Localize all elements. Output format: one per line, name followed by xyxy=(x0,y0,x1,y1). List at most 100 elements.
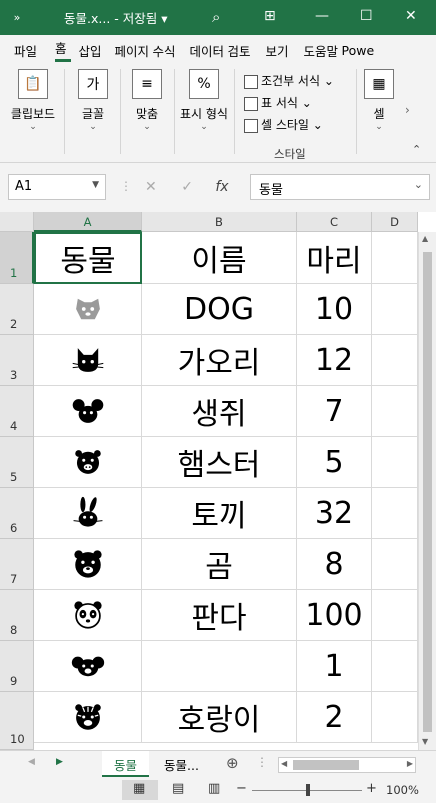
cells-group[interactable]: ▦ 셀 ⌄ xyxy=(362,69,396,132)
align-group[interactable]: ≡ 맞춤 ⌄ xyxy=(126,69,168,132)
cond-format-button[interactable]: 조건부 서식 ⌄ xyxy=(244,70,334,92)
cell-c9[interactable]: 1 xyxy=(297,641,372,692)
row-header-5[interactable]: 5 xyxy=(0,437,34,488)
tab-data[interactable]: 데이터 xyxy=(190,41,228,60)
row-header-9[interactable]: 9 xyxy=(0,641,34,692)
cell-b4[interactable]: 생쥐 xyxy=(142,386,297,437)
cell-b5[interactable]: 햄스터 xyxy=(142,437,297,488)
tab-power[interactable]: Powe xyxy=(342,43,378,58)
page-break-icon[interactable]: ▥ xyxy=(208,781,220,796)
sheet-tab-2[interactable]: 동물... xyxy=(152,751,211,777)
column-header-b[interactable]: B xyxy=(142,212,297,232)
ribbon-display-icon[interactable]: ⊞ xyxy=(264,8,276,24)
cell-c2[interactable]: 10 xyxy=(297,284,372,335)
tab-help[interactable]: 도움말 xyxy=(304,41,342,60)
search-icon[interactable]: ⌕ xyxy=(212,8,220,26)
next-sheet-icon[interactable]: ▶ xyxy=(56,757,63,767)
sheet-tab-1[interactable]: 동물 xyxy=(102,751,150,777)
cell-b2[interactable]: DOG xyxy=(142,284,297,335)
cell-c8[interactable]: 100 xyxy=(297,590,372,641)
clipboard-group[interactable]: 📋 클립보드 ⌄ xyxy=(8,69,58,132)
zoom-out-icon[interactable]: − xyxy=(236,781,247,796)
maximize-button[interactable]: ☐ xyxy=(360,8,373,24)
scroll-down-icon[interactable]: ▼ xyxy=(422,737,428,746)
cell-a1[interactable]: 동물 xyxy=(34,232,142,284)
font-group[interactable]: 가 글꼴 ⌄ xyxy=(72,69,114,132)
cell-d10[interactable] xyxy=(372,692,418,743)
insert-function-button[interactable]: fx xyxy=(215,179,228,195)
row-header-2[interactable]: 2 xyxy=(0,284,34,335)
page-layout-icon[interactable]: ▤ xyxy=(172,781,184,796)
collapse-ribbon-icon[interactable]: ⌃ xyxy=(412,143,421,156)
cancel-icon[interactable]: ✕ xyxy=(145,179,157,195)
row-header-6[interactable]: 6 xyxy=(0,488,34,539)
cell-a5[interactable] xyxy=(34,437,142,488)
tab-home[interactable]: 홈 xyxy=(55,38,71,62)
vertical-scrollbar[interactable]: ▲ ▼ xyxy=(418,232,436,750)
cell-d8[interactable] xyxy=(372,590,418,641)
column-header-d[interactable]: D xyxy=(372,212,418,232)
name-box[interactable]: A1 ▼ xyxy=(8,174,106,200)
cell-c1[interactable]: 마리 xyxy=(297,232,372,284)
cell-style-button[interactable]: 셀 스타일 ⌄ xyxy=(244,114,334,136)
tab-view[interactable]: 보기 xyxy=(266,41,304,60)
cell-a10[interactable] xyxy=(34,692,142,743)
quick-access-chevron-icon[interactable]: » xyxy=(0,11,34,24)
row-header-8[interactable]: 8 xyxy=(0,590,34,641)
cell-c4[interactable]: 7 xyxy=(297,386,372,437)
zoom-slider-thumb[interactable] xyxy=(306,784,310,796)
select-all-corner[interactable] xyxy=(0,212,34,232)
cell-a8[interactable] xyxy=(34,590,142,641)
cell-d6[interactable] xyxy=(372,488,418,539)
row-header-4[interactable]: 4 xyxy=(0,386,34,437)
expand-formula-icon[interactable]: ⌄ xyxy=(414,178,423,191)
cell-a2[interactable] xyxy=(34,284,142,335)
cell-a4[interactable] xyxy=(34,386,142,437)
number-group[interactable]: % 표시 형식 ⌄ xyxy=(178,69,230,132)
zoom-level[interactable]: 100% xyxy=(386,783,419,797)
table-format-button[interactable]: 표 서식 ⌄ xyxy=(244,92,334,114)
scroll-left-icon[interactable]: ◀ xyxy=(281,759,287,768)
cell-d3[interactable] xyxy=(372,335,418,386)
column-header-c[interactable]: C xyxy=(297,212,372,232)
cell-b3[interactable]: 가오리 xyxy=(142,335,297,386)
minimize-button[interactable]: — xyxy=(315,8,329,24)
cell-b6[interactable]: 토끼 xyxy=(142,488,297,539)
chevron-down-icon[interactable]: ▼ xyxy=(92,180,99,190)
cell-b7[interactable]: 곰 xyxy=(142,539,297,590)
drag-handle-icon[interactable]: ⋮ xyxy=(120,179,132,193)
cell-a7[interactable] xyxy=(34,539,142,590)
cell-c10[interactable]: 2 xyxy=(297,692,372,743)
scroll-thumb[interactable] xyxy=(423,252,432,732)
cell-d9[interactable] xyxy=(372,641,418,692)
cell-c6[interactable]: 32 xyxy=(297,488,372,539)
close-button[interactable]: ✕ xyxy=(405,8,417,24)
row-header-3[interactable]: 3 xyxy=(0,335,34,386)
enter-icon[interactable]: ✓ xyxy=(181,179,193,195)
tab-formulas[interactable]: 수식 xyxy=(153,41,190,60)
formula-input[interactable]: 동물 ⌄ xyxy=(250,174,430,200)
cell-a3[interactable] xyxy=(34,335,142,386)
column-header-a[interactable]: A xyxy=(34,212,142,232)
tab-review[interactable]: 검토 xyxy=(228,41,266,60)
cell-b9[interactable] xyxy=(142,641,297,692)
add-sheet-icon[interactable]: ⊕ xyxy=(226,754,239,772)
zoom-in-icon[interactable]: + xyxy=(366,781,377,796)
ribbon-scroll-right-icon[interactable]: › xyxy=(405,103,410,117)
tab-page-layout[interactable]: 페이지 xyxy=(115,41,153,60)
tab-split-handle[interactable]: ⋮ xyxy=(256,755,268,769)
cell-b10[interactable]: 호랑이 xyxy=(142,692,297,743)
cell-d7[interactable] xyxy=(372,539,418,590)
scroll-right-icon[interactable]: ▶ xyxy=(407,759,413,768)
cell-c3[interactable]: 12 xyxy=(297,335,372,386)
row-header-1[interactable]: 1 xyxy=(0,232,34,284)
cell-c7[interactable]: 8 xyxy=(297,539,372,590)
horizontal-scrollbar[interactable]: ◀ ▶ xyxy=(278,757,416,773)
cell-d1[interactable] xyxy=(372,232,418,284)
cell-d5[interactable] xyxy=(372,437,418,488)
row-header-7[interactable]: 7 xyxy=(0,539,34,590)
tab-file[interactable]: 파일 xyxy=(14,41,41,60)
cell-c5[interactable]: 5 xyxy=(297,437,372,488)
hscroll-thumb[interactable] xyxy=(293,760,359,770)
tab-insert[interactable]: 삽입 xyxy=(79,41,115,60)
